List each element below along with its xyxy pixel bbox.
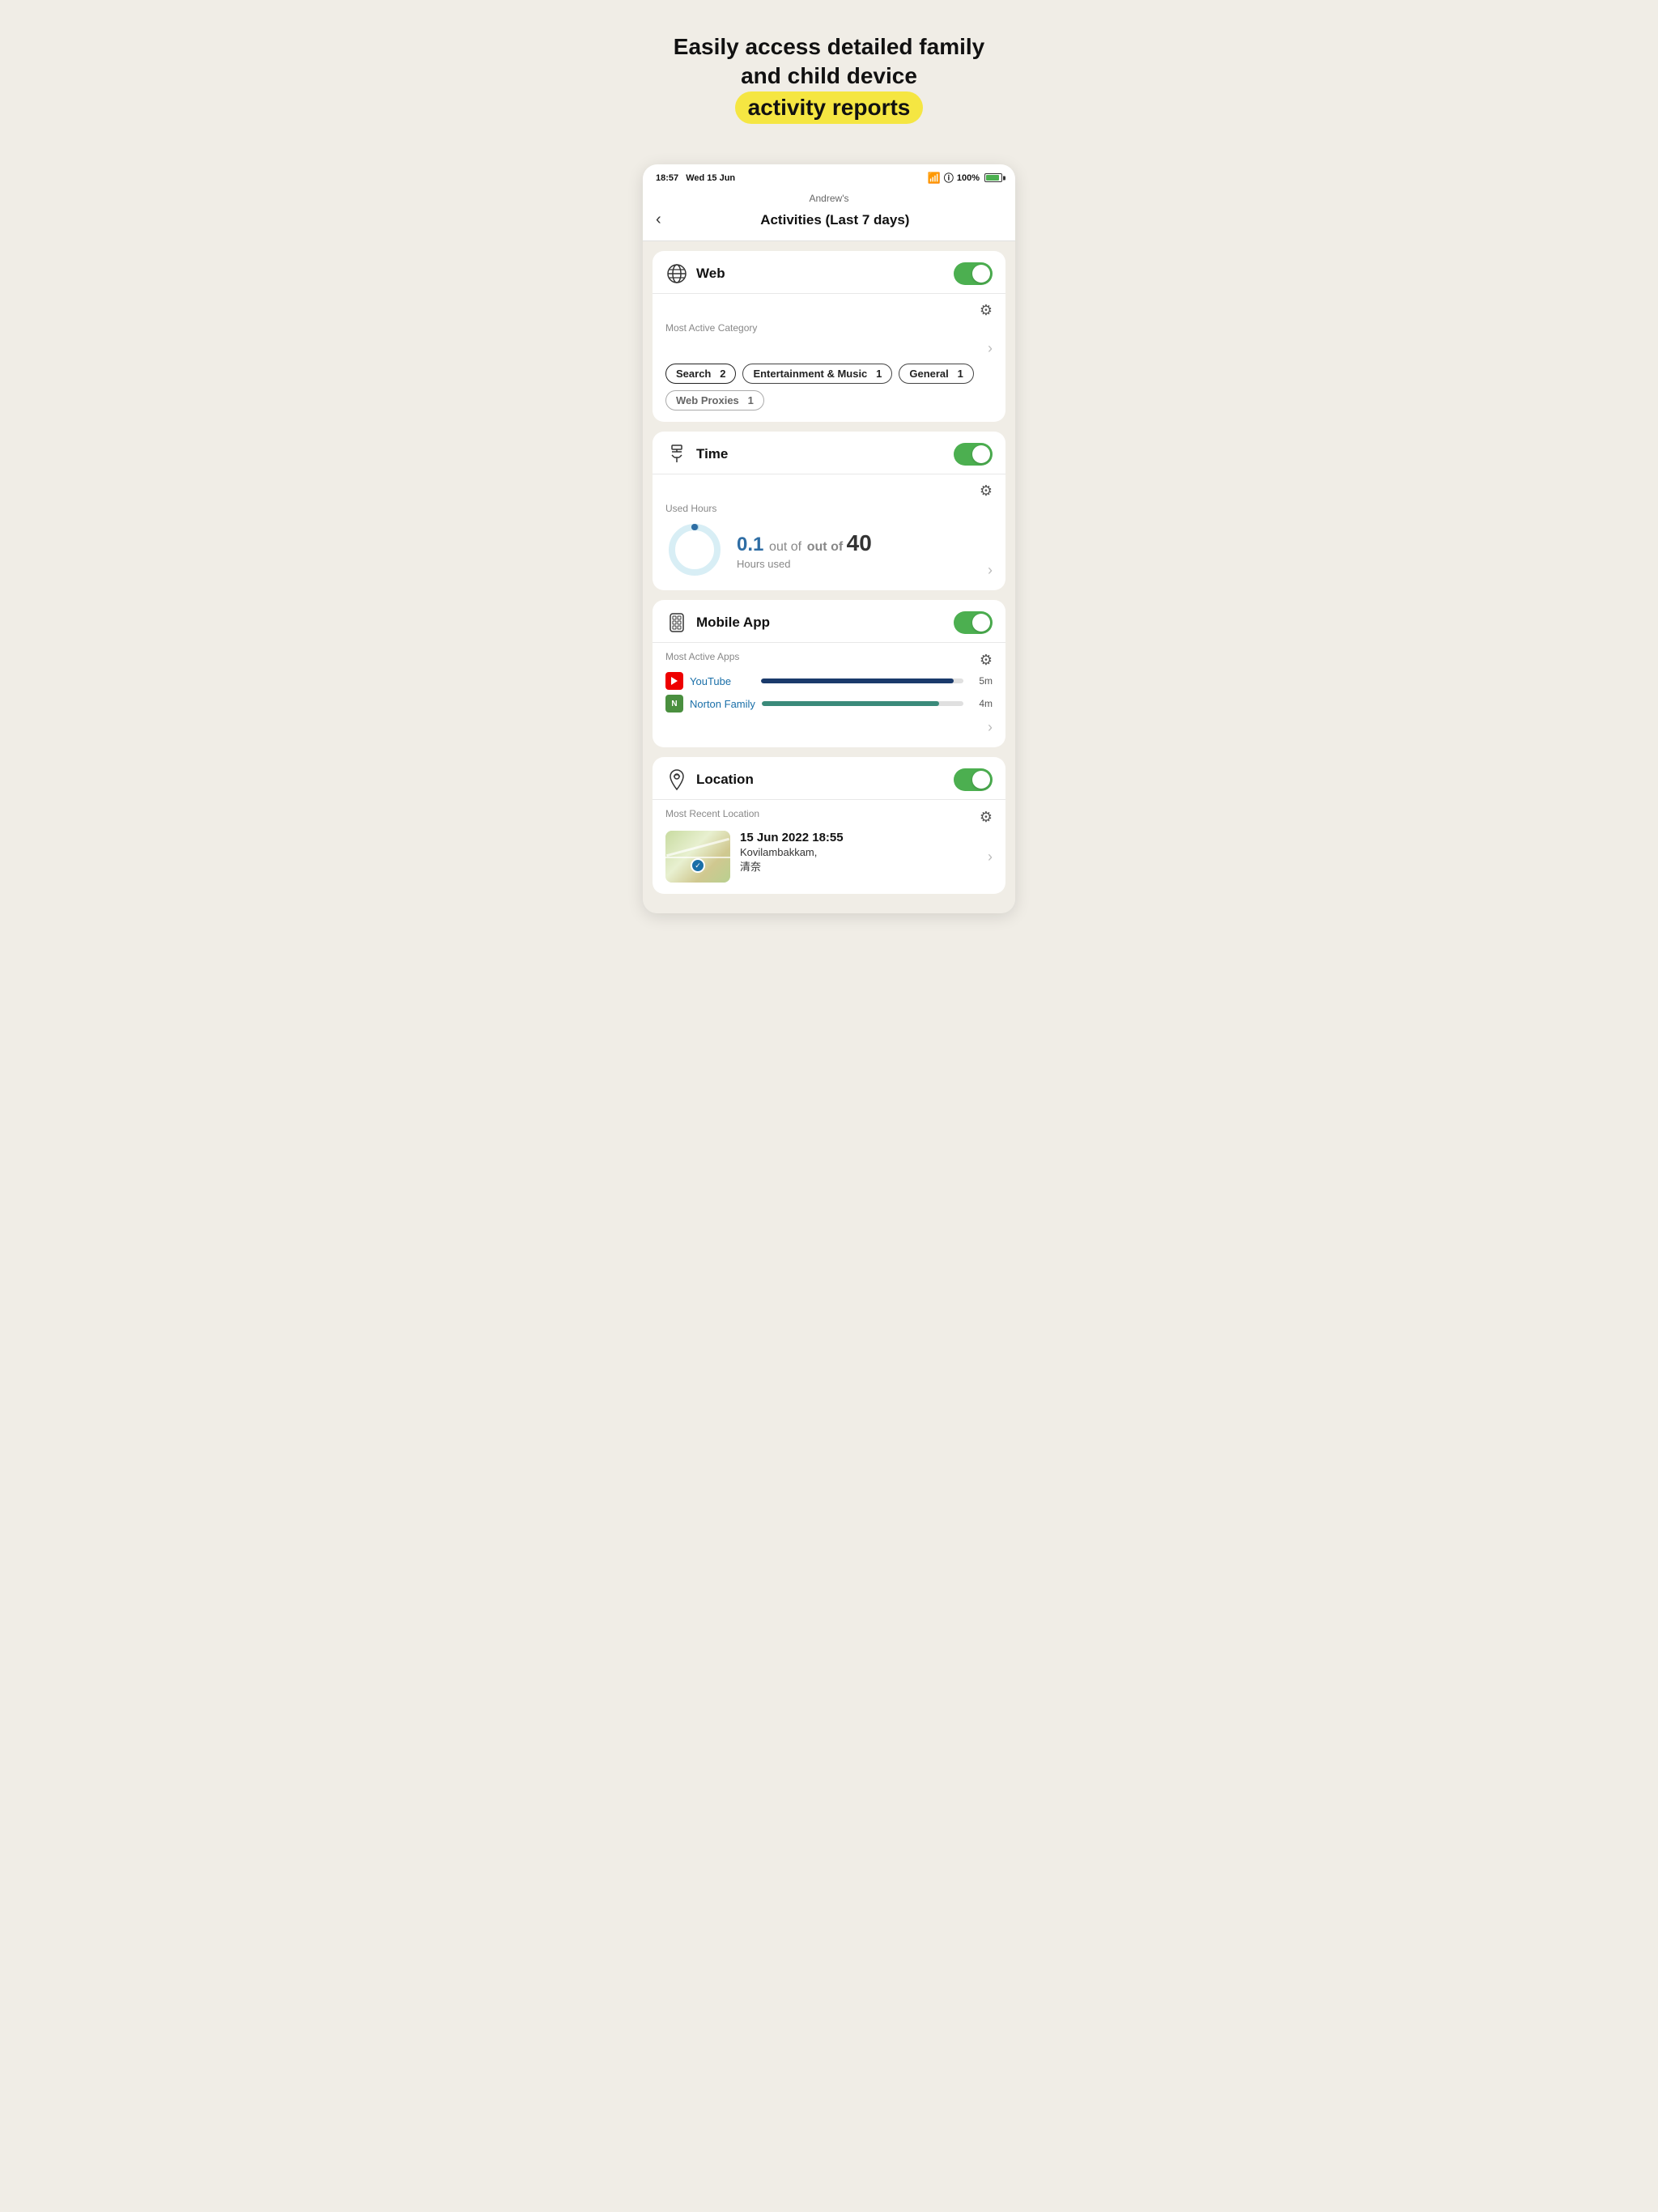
youtube-name: YouTube [690,675,755,687]
location-label: Location [696,772,754,788]
time-donut-chart [665,521,724,579]
web-gear-icon[interactable]: ⚙ [980,302,993,319]
mobile-app-label: Mobile App [696,615,770,631]
map-pin: ✓ [691,858,705,873]
mobile-chevron-icon: › [988,719,993,736]
mobile-gear-icon[interactable]: ⚙ [980,652,993,669]
youtube-icon [665,672,683,690]
youtube-time: 5m [970,675,993,687]
mobile-app-card: Mobile App Most Active Apps ⚙ YouTube 5m [653,600,1005,747]
time-settings-row: ⚙ [665,483,993,500]
web-icon [665,262,688,285]
location-gear-icon[interactable]: ⚙ [980,809,993,826]
time-value: 0.1 out of out of 40 [737,530,872,556]
location-card: Location Most Recent Location ⚙ ✓ [653,757,1005,894]
location-place: Kovilambakkam, [740,846,978,858]
location-toggle[interactable] [954,768,993,791]
time-header-left: Time [665,443,728,466]
time-gear-icon[interactable]: ⚙ [980,483,993,500]
web-toggle[interactable] [954,262,993,285]
mobile-header-left: Mobile App [665,611,770,634]
time-card-header: Time [653,432,1005,474]
web-settings-row: ⚙ [665,302,993,319]
location-content: ✓ 15 Jun 2022 18:55 Kovilambakkam, 清奈 › [665,831,993,883]
norton-time: 4m [970,698,993,709]
wifi-icon: 📶 [928,172,941,185]
time-label: Time [696,446,728,462]
location-date: 15 Jun 2022 18:55 [740,831,978,844]
app-header-main: ‹ Activities (Last 7 days) [656,207,1002,232]
app-header: Andrew's ‹ Activities (Last 7 days) [643,188,1015,241]
web-card-header: Web [653,251,1005,294]
time-icon [665,443,688,466]
mobile-card-header: Mobile App [653,600,1005,643]
time-content: 0.1 out of out of 40 Hours used › [665,521,993,579]
phone-frame: 18:57 Wed 15 Jun 📶 ⓘ 100% Andrew's ‹ Act… [643,164,1015,913]
mobile-chevron-row: › [665,719,993,736]
status-bar: 18:57 Wed 15 Jun 📶 ⓘ 100% [643,164,1015,188]
back-button[interactable]: ‹ [656,207,668,232]
location-card-header: Location [653,757,1005,800]
norton-name: Norton Family [690,698,755,710]
location-chevron-icon: › [988,849,993,865]
status-date: Wed 15 Jun [686,173,735,183]
main-content: Web ⚙ Most Active Category › Search 2 En… [643,241,1015,913]
youtube-bar-fill [761,678,954,683]
location-header-left: Location [665,768,754,791]
web-tags-row: Search 2 Entertainment & Music 1 General… [665,364,993,410]
map-thumbnail: ✓ [665,831,730,883]
youtube-app-row: YouTube 5m [665,672,993,690]
mobile-card-body: Most Active Apps ⚙ YouTube 5m N Norton F… [653,643,1005,747]
tag-search[interactable]: Search 2 [665,364,736,384]
location-text: 15 Jun 2022 18:55 Kovilambakkam, 清奈 [740,831,978,874]
time-card-body: ⚙ Used Hours 0.1 out of out of [653,474,1005,590]
time-text: 0.1 out of out of 40 Hours used [737,530,872,570]
page-title: Activities (Last 7 days) [668,212,1002,228]
hero-highlight: activity reports [735,91,924,124]
web-card-body: ⚙ Most Active Category › Search 2 Entert… [653,294,1005,422]
mobile-app-toggle[interactable] [954,611,993,634]
status-bar-right: 📶 ⓘ 100% [928,171,1002,185]
location-sub: 清奈 [740,858,978,874]
web-chevron-icon: › [988,340,993,357]
norton-app-row: N Norton Family 4m [665,695,993,713]
tag-general[interactable]: General 1 [899,364,973,384]
time-section-label: Used Hours [665,503,993,514]
time-toggle[interactable] [954,443,993,466]
location-icon [665,768,688,791]
norton-bar-fill [762,701,939,706]
battery-percent: 100% [957,173,980,183]
status-time-date: 18:57 Wed 15 Jun [656,173,735,183]
web-header-left: Web [665,262,725,285]
battery-icon [984,173,1002,182]
location-card-body: Most Recent Location ⚙ ✓ 15 Jun 2022 18:… [653,800,1005,894]
status-time: 18:57 [656,173,678,183]
mobile-app-icon [665,611,688,634]
location-status-icon: ⓘ [944,171,954,185]
norton-bar-container [762,701,963,706]
tag-entertainment[interactable]: Entertainment & Music 1 [742,364,892,384]
web-label: Web [696,266,725,282]
time-card: Time ⚙ Used Hours 0.1 [653,432,1005,590]
web-chevron-row: › [665,340,993,357]
time-chevron-icon: › [988,562,993,579]
mobile-section-label: Most Active Apps [665,651,739,662]
norton-icon: N [665,695,683,713]
time-chevron-container: › [885,562,993,579]
web-card: Web ⚙ Most Active Category › Search 2 En… [653,251,1005,422]
location-chevron-container: › [988,849,993,866]
hero-title: Easily access detailed family and child … [659,32,999,124]
tag-webproxies[interactable]: Web Proxies 1 [665,390,764,410]
time-label-hours: Hours used [737,558,872,570]
web-section-label: Most Active Category [665,322,993,334]
app-header-subtitle: Andrew's [656,193,1002,204]
location-section-label: Most Recent Location [665,808,759,819]
youtube-bar-container [761,678,963,683]
hero-section: Easily access detailed family and child … [635,0,1023,148]
